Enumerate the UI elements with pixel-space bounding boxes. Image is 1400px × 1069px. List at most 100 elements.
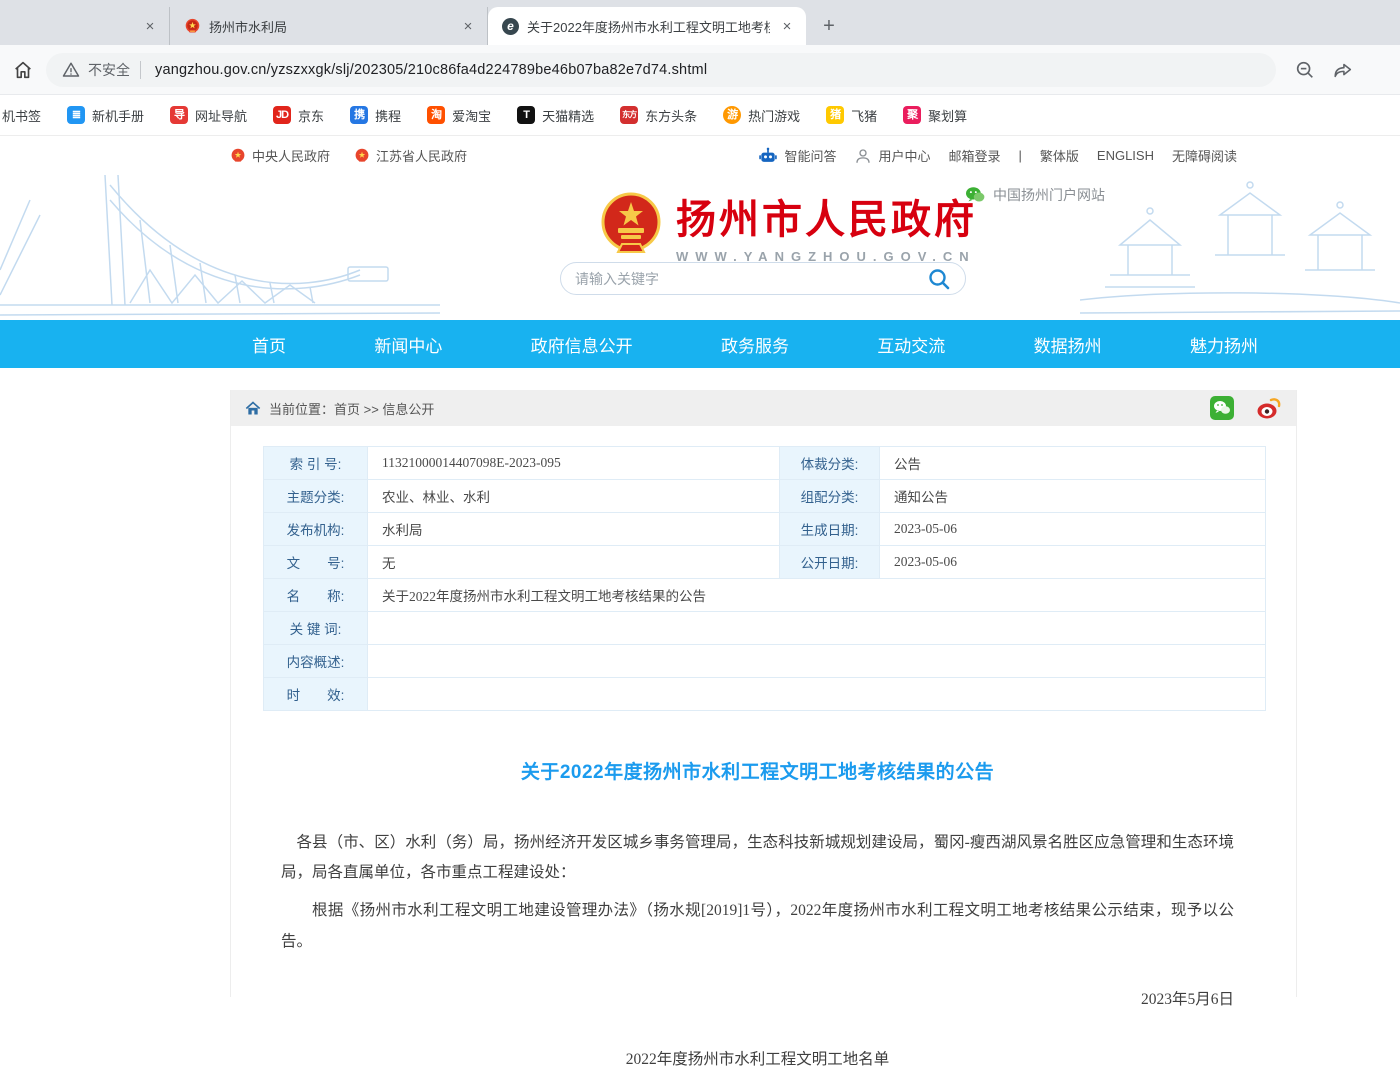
tab-active-announcement[interactable]: e 关于2022年度扬州市水利工程文明工地考核结果的公告 × (488, 7, 806, 45)
close-icon[interactable]: × (778, 17, 796, 35)
wechat-icon (965, 186, 985, 204)
table-row: 时 效: (264, 678, 1265, 711)
url-text[interactable]: yangzhou.gov.cn/yzszxxgk/slj/202305/210c… (155, 62, 707, 78)
bookmark-item-sitenav[interactable]: 导 网址导航 (170, 106, 247, 125)
divider: | (1019, 148, 1022, 163)
row-value: 无 (368, 546, 780, 578)
security-label[interactable]: 不安全 (88, 60, 130, 80)
traditional-version-link[interactable]: 繁体版 (1040, 146, 1079, 165)
share-icon[interactable] (1332, 59, 1354, 81)
row-label: 组配分类: (780, 480, 880, 512)
search-icon[interactable] (927, 267, 951, 291)
new-tab-button[interactable]: + (814, 11, 844, 41)
browser-tab-strip: × 扬州市水利局 × e 关于2022年度扬州市水利工程文明工地考核结果的公告 … (0, 0, 1400, 45)
row-value: 通知公告 (880, 480, 1265, 512)
article-list-title: 2022年度扬州市水利工程文明工地名单 (281, 1047, 1234, 1069)
jd-icon: JD (273, 106, 291, 124)
table-row: 关 键 词: (264, 612, 1265, 645)
robot-icon (758, 146, 778, 166)
home-icon[interactable] (12, 59, 34, 81)
bookmark-item-ctrip[interactable]: 携 携程 (350, 106, 401, 125)
toolbar-actions (1294, 59, 1354, 81)
breadcrumb-text[interactable]: 当前位置：首页 >> 信息公开 (269, 399, 434, 418)
table-row: 发布机构: 水利局 生成日期: 2023-05-06 (264, 513, 1265, 546)
tab-title: 扬州市水利局 (209, 17, 451, 36)
accessibility-link[interactable]: 无障碍阅读 (1172, 146, 1237, 165)
pagoda-artwork-right (1080, 175, 1400, 320)
bridge-artwork-left (0, 175, 440, 320)
article-body: 关于2022年度扬州市水利工程文明工地考核结果的公告 各县（市、区）水利（务）局… (231, 757, 1296, 1069)
user-center-label: 用户中心 (878, 146, 930, 165)
table-row: 内容概述: (264, 645, 1265, 678)
tab-title: 关于2022年度扬州市水利工程文明工地考核结果的公告 (527, 17, 770, 36)
wechat-share-icon[interactable] (1210, 396, 1234, 420)
gov-emblem-icon (230, 148, 246, 164)
zoom-out-icon[interactable] (1294, 59, 1316, 81)
games-icon: 游 (723, 106, 741, 124)
breadcrumb: 当前位置：首页 >> 信息公开 (231, 390, 1296, 426)
close-icon[interactable]: × (459, 17, 477, 35)
user-center-link[interactable]: 用户中心 (854, 146, 930, 165)
central-gov-label: 中央人民政府 (252, 146, 330, 165)
row-label: 主题分类: (264, 480, 368, 512)
weibo-share-icon[interactable] (1256, 396, 1282, 420)
central-gov-link[interactable]: 中央人民政府 (230, 146, 330, 165)
row-label: 公开日期: (780, 546, 880, 578)
nav-item-interaction[interactable]: 互动交流 (877, 332, 945, 357)
site-favicon: e (502, 18, 519, 35)
tmall-icon: T (517, 106, 535, 124)
nav-item-info-disclosure[interactable]: 政府信息公开 (531, 332, 633, 357)
tab-partial[interactable]: × (0, 7, 170, 45)
search-input[interactable] (575, 271, 927, 287)
user-icon (854, 147, 872, 165)
article-paragraph: 各县（市、区）水利（务）局，扬州经济开发区城乡事务管理局，生态科技新城规划建设局… (281, 828, 1234, 888)
bookmark-label: 聚划算 (928, 106, 967, 125)
bookmark-item-juhuasuan[interactable]: 聚 聚划算 (903, 106, 967, 125)
english-version-link[interactable]: ENGLISH (1097, 148, 1154, 163)
row-value: 农业、林业、水利 (368, 480, 780, 512)
jiangsu-gov-label: 江苏省人民政府 (376, 146, 467, 165)
row-label: 关 键 词: (264, 612, 368, 644)
nav-item-charm[interactable]: 魅力扬州 (1190, 332, 1258, 357)
nav-item-home[interactable]: 首页 (252, 332, 286, 357)
smart-qa-link[interactable]: 智能问答 (758, 146, 836, 166)
bookmark-label: 网址导航 (195, 106, 247, 125)
row-value: 2023-05-06 (880, 546, 1265, 578)
row-label: 名 称: (264, 579, 368, 611)
bookmarks-bar: 机书签 ≣ 新机手册 导 网址导航 JD 京东 携 携程 淘 爱淘宝 T 天猫精… (0, 95, 1400, 136)
portal-label: 中国扬州门户网站 (993, 185, 1105, 205)
row-value: 2023-05-06 (880, 513, 1265, 545)
bookmark-item-tmall[interactable]: T 天猫精选 (517, 106, 594, 125)
manual-icon: ≣ (67, 106, 85, 124)
bookmark-item-games[interactable]: 游 热门游戏 (723, 106, 800, 125)
mail-login-link[interactable]: 邮箱登录 (948, 146, 1000, 165)
jiangsu-gov-link[interactable]: 江苏省人民政府 (354, 146, 467, 165)
bookmark-label: 天猫精选 (542, 106, 594, 125)
nav-item-news[interactable]: 新闻中心 (374, 332, 442, 357)
row-label: 内容概述: (264, 645, 368, 677)
bookmark-item-jd[interactable]: JD 京东 (273, 106, 324, 125)
eastday-icon: 东方 (620, 106, 638, 124)
bookmark-label: 东方头条 (645, 106, 697, 125)
nav-item-services[interactable]: 政务服务 (721, 332, 789, 357)
bookmark-label: 热门游戏 (748, 106, 800, 125)
nav-item-data[interactable]: 数据扬州 (1034, 332, 1102, 357)
site-logo[interactable]: 扬州市人民政府 WWW.YANGZHOU.GOV.CN (600, 187, 977, 264)
bookmark-item-taobao[interactable]: 淘 爱淘宝 (427, 106, 491, 125)
tab-shuiliju[interactable]: 扬州市水利局 × (170, 7, 488, 45)
bookmark-item-phone[interactable]: 机书签 (2, 106, 41, 125)
bookmark-item-fliggy[interactable]: 猪 飞猪 (826, 106, 877, 125)
search-box[interactable] (560, 262, 966, 295)
row-label: 体裁分类: (780, 447, 880, 479)
main-nav: 首页 新闻中心 政府信息公开 政务服务 互动交流 数据扬州 魅力扬州 (0, 320, 1400, 368)
bookmark-item-manual[interactable]: ≣ 新机手册 (67, 106, 144, 125)
row-label: 文 号: (264, 546, 368, 578)
row-value (368, 645, 1265, 677)
breadcrumb-home-icon[interactable] (245, 401, 261, 416)
close-icon[interactable]: × (141, 17, 159, 35)
site-banner: 扬州市人民政府 WWW.YANGZHOU.GOV.CN 中国扬州门户网站 (0, 175, 1400, 320)
address-bar[interactable]: 不安全 yangzhou.gov.cn/yzszxxgk/slj/202305/… (46, 53, 1276, 87)
bookmark-item-eastday[interactable]: 东方 东方头条 (620, 106, 697, 125)
gov-emblem-icon (354, 148, 370, 164)
portal-link[interactable]: 中国扬州门户网站 (965, 185, 1105, 205)
